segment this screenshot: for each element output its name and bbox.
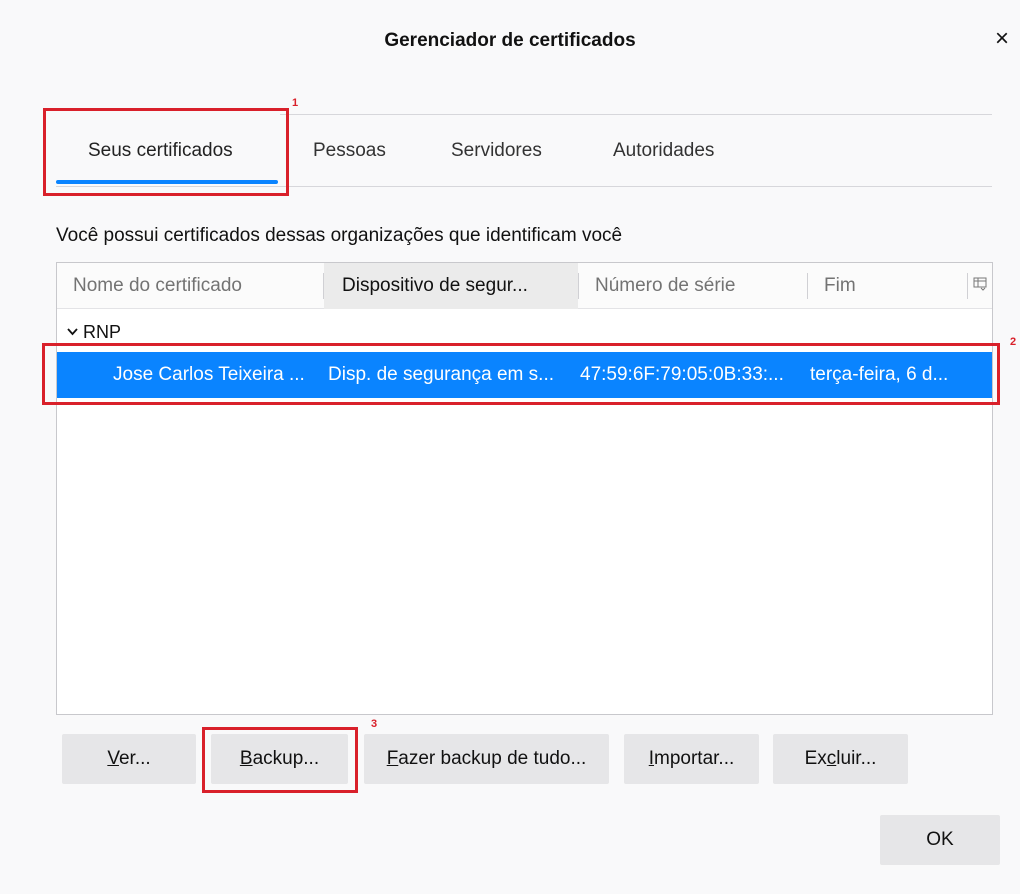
certificate-tree[interactable]: Nome do certificado Dispositivo de segur… [56, 262, 993, 715]
active-tab-indicator [56, 180, 278, 184]
backup-all-button[interactable]: Fazer backup de tudo... [364, 734, 609, 784]
view-button[interactable]: Ver... [62, 734, 196, 784]
chevron-down-icon[interactable] [67, 319, 78, 345]
group-label: RNP [83, 322, 122, 342]
column-separator[interactable] [967, 273, 968, 299]
tab-pessoas[interactable]: Pessoas [313, 140, 386, 162]
backup-button[interactable]: Backup... [211, 734, 348, 784]
table-row-selected[interactable]: Jose Carlos Teixeira ... Disp. de segura… [57, 352, 992, 398]
column-header-device[interactable]: Dispositivo de segur... [324, 263, 578, 309]
tab-seus-certificados[interactable]: Seus certificados [88, 140, 233, 162]
column-separator[interactable] [323, 273, 324, 299]
dialog-title: Gerenciador de certificados [384, 30, 636, 51]
delete-button[interactable]: Excluir... [773, 734, 908, 784]
column-header-end[interactable]: Fim [808, 263, 968, 309]
annotation-number: 3 [371, 718, 378, 730]
cell-certificate-name: Jose Carlos Teixeira ... [113, 364, 305, 385]
import-button[interactable]: Importar... [624, 734, 759, 784]
column-header-serial[interactable]: Número de série [579, 263, 807, 309]
column-header-name[interactable]: Nome do certificado [57, 263, 323, 309]
title-bar: Gerenciador de certificados × [0, 0, 1020, 86]
column-picker-icon[interactable] [973, 277, 989, 293]
description-text: Você possui certificados dessas organiza… [56, 225, 623, 246]
tree-header: Nome do certificado Dispositivo de segur… [57, 263, 992, 309]
cell-serial-number: 47:59:6F:79:05:0B:33:... [580, 364, 784, 385]
tabs-divider-top [280, 114, 992, 115]
close-icon[interactable]: × [990, 24, 1014, 54]
annotation-number: 2 [1010, 336, 1017, 348]
ok-button[interactable]: OK [880, 815, 1000, 865]
tab-servidores[interactable]: Servidores [451, 140, 542, 162]
annotation-number: 1 [292, 97, 299, 109]
cell-security-device: Disp. de segurança em s... [328, 364, 554, 385]
tree-group-rnp[interactable]: RNP [57, 319, 121, 345]
tab-autoridades[interactable]: Autoridades [613, 140, 714, 162]
cell-expires: terça-feira, 6 d... [810, 364, 949, 385]
tabs-divider-bottom [56, 186, 992, 187]
